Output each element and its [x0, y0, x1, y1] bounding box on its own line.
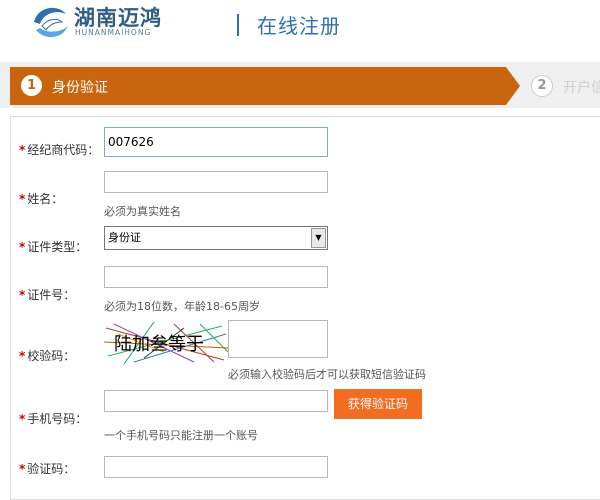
get-sms-code-button[interactable]: 获得验证码: [334, 389, 422, 419]
required-mark: *: [19, 349, 26, 363]
name-hint: 必须为真实姓名: [104, 205, 181, 218]
logo-mark-icon: [34, 7, 68, 38]
id-type-selected: 身份证: [108, 231, 141, 244]
dealer-code-input[interactable]: 007626: [104, 127, 328, 157]
captcha-label: * 校验码：: [19, 349, 76, 363]
captcha-text: 陆加叁等于: [114, 334, 204, 355]
sms-code-input[interactable]: [104, 456, 328, 478]
registration-steps: 1 身份验证 2 开户信: [0, 62, 600, 108]
id-number-label: * 证件号：: [19, 288, 76, 302]
dealer-code-label: * 经纪商代码：: [19, 143, 100, 157]
id-number-input[interactable]: [104, 266, 328, 288]
id-type-label: * 证件类型：: [19, 240, 88, 254]
required-mark: *: [19, 192, 26, 206]
required-mark: *: [19, 143, 26, 157]
step-2-label: 开户信: [563, 80, 600, 96]
id-type-select[interactable]: 身份证 ▼: [104, 226, 328, 250]
phone-input[interactable]: [104, 390, 328, 412]
logo-text-en: HUNANMAIHONG: [75, 28, 152, 37]
required-mark: *: [19, 462, 26, 476]
header-divider: [237, 14, 239, 36]
chevron-down-icon[interactable]: ▼: [311, 228, 326, 248]
captcha-input[interactable]: [228, 320, 328, 358]
required-mark: *: [19, 288, 26, 302]
page-header: 湖南迈鸿 HUNANMAIHONG 在线注册: [0, 0, 600, 62]
company-logo: 湖南迈鸿 HUNANMAIHONG: [28, 0, 178, 44]
phone-hint: 一个手机号码只能注册一个账号: [104, 429, 258, 442]
required-mark: *: [19, 240, 26, 254]
step-arrow: [506, 67, 520, 105]
captcha-hint: 必须输入校验码后才可以获取短信验证码: [228, 368, 426, 381]
step-2-number: 2: [531, 75, 553, 97]
name-input[interactable]: [104, 171, 328, 193]
sms-code-label: * 验证码：: [19, 462, 76, 476]
required-mark: *: [19, 412, 26, 426]
phone-label: * 手机号码：: [19, 412, 88, 426]
step-1-label: 身份验证: [52, 80, 108, 96]
name-label: * 姓名：: [19, 192, 64, 206]
step-1-number: 1: [21, 75, 42, 96]
captcha-image[interactable]: 陆加叁等于: [104, 322, 228, 364]
id-number-hint: 必须为18位数，年龄18-65周岁: [104, 300, 260, 313]
page-title: 在线注册: [257, 14, 341, 38]
